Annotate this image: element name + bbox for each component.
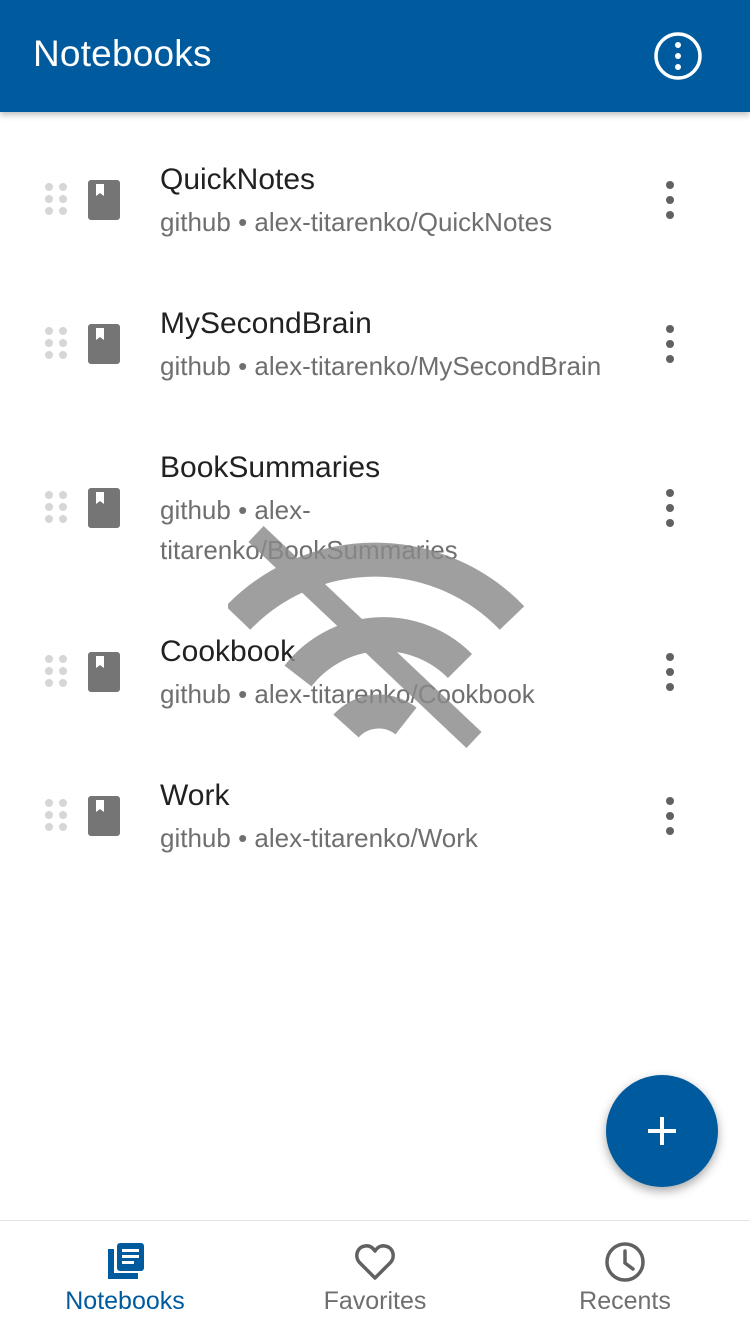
notebook-icon bbox=[88, 488, 120, 528]
notebook-name: Cookbook bbox=[160, 635, 296, 668]
page-title: Notebooks bbox=[33, 33, 212, 74]
drag-handle-icon[interactable] bbox=[44, 490, 68, 524]
notebook-row[interactable]: Cookbook github • alex-titarenko/Cookboo… bbox=[0, 584, 750, 728]
nav-recents[interactable]: Recents bbox=[500, 1221, 750, 1334]
notebooks-icon bbox=[108, 1243, 144, 1279]
more-vert-circle-icon bbox=[654, 32, 702, 80]
notebook-repo: alex-titarenko/QuickNotes bbox=[254, 207, 553, 237]
notebook-icon bbox=[88, 796, 120, 836]
notebook-name: QuickNotes bbox=[160, 163, 316, 196]
notebook-repo-part: alex- bbox=[254, 495, 311, 525]
notebook-provider: github bbox=[160, 207, 231, 237]
notebook-source: github • alex-titarenko/Cookbook bbox=[160, 674, 660, 714]
notebook-list: QuickNotes github • alex-titarenko/Quick… bbox=[0, 112, 750, 872]
notebook-row[interactable]: QuickNotes github • alex-titarenko/Quick… bbox=[0, 112, 750, 256]
row-more-icon[interactable] bbox=[652, 488, 688, 528]
notebook-provider: github bbox=[160, 351, 231, 381]
separator-dot: • bbox=[238, 495, 248, 525]
drag-handle-icon[interactable] bbox=[44, 798, 68, 832]
nav-favorites[interactable]: Favorites bbox=[250, 1221, 500, 1334]
separator-dot: • bbox=[238, 679, 248, 709]
notebook-name: MySecondBrain bbox=[160, 307, 372, 340]
notebook-repo: alex-titarenko/MySecondBrain bbox=[254, 351, 602, 381]
bottom-navigation: Notebooks Favorites Recents bbox=[0, 1220, 750, 1334]
separator-dot: • bbox=[238, 823, 248, 853]
app-bar: Notebooks bbox=[0, 0, 750, 112]
notebook-repo-part: titarenko/BookSummaries bbox=[160, 535, 458, 565]
drag-handle-icon[interactable] bbox=[44, 326, 68, 360]
add-notebook-button[interactable] bbox=[606, 1075, 718, 1187]
notebook-repo: alex-titarenko/Work bbox=[254, 823, 478, 853]
nav-notebooks[interactable]: Notebooks bbox=[0, 1221, 250, 1334]
nav-label: Notebooks bbox=[65, 1287, 185, 1315]
notebook-icon bbox=[88, 652, 120, 692]
notebook-source: github • alex-titarenko/Work bbox=[160, 818, 660, 858]
drag-handle-icon[interactable] bbox=[44, 182, 68, 216]
notebook-repo: alex-titarenko/Cookbook bbox=[254, 679, 535, 709]
notebook-provider: github bbox=[160, 823, 231, 853]
separator-dot: • bbox=[238, 207, 248, 237]
row-more-icon[interactable] bbox=[652, 796, 688, 836]
notebook-source-line: github • alex- bbox=[160, 490, 660, 530]
notebook-name: BookSummaries bbox=[160, 451, 381, 484]
row-more-icon[interactable] bbox=[652, 180, 688, 220]
notebook-source: github • alex-titarenko/QuickNotes bbox=[160, 202, 660, 242]
notebook-text: QuickNotes github • alex-titarenko/Quick… bbox=[160, 164, 660, 242]
notebook-row[interactable]: Work github • alex-titarenko/Work bbox=[0, 728, 750, 872]
nav-label: Recents bbox=[579, 1287, 671, 1315]
plus-icon bbox=[648, 1117, 676, 1145]
nav-label: Favorites bbox=[323, 1287, 427, 1315]
drag-handle-icon[interactable] bbox=[44, 654, 68, 688]
separator-dot: • bbox=[238, 351, 248, 381]
notebook-row[interactable]: BookSummaries github • alex- titarenko/B… bbox=[0, 400, 750, 584]
notebook-text: Cookbook github • alex-titarenko/Cookboo… bbox=[160, 636, 660, 714]
notebook-icon bbox=[88, 180, 120, 220]
clock-icon bbox=[605, 1242, 645, 1282]
notebook-icon bbox=[88, 324, 120, 364]
notebook-row[interactable]: MySecondBrain github • alex-titarenko/My… bbox=[0, 256, 750, 400]
notebook-name: Work bbox=[160, 779, 230, 812]
notebook-source: github • alex- titarenko/BookSummaries bbox=[160, 490, 660, 570]
row-more-icon[interactable] bbox=[652, 652, 688, 692]
heart-icon bbox=[355, 1244, 395, 1280]
notebook-text: BookSummaries github • alex- titarenko/B… bbox=[160, 452, 660, 570]
row-more-icon[interactable] bbox=[652, 324, 688, 364]
notebook-provider: github bbox=[160, 679, 231, 709]
notebook-source: github • alex-titarenko/MySecondBrain bbox=[160, 346, 660, 386]
notebook-text: MySecondBrain github • alex-titarenko/My… bbox=[160, 308, 660, 386]
notebook-provider: github bbox=[160, 495, 231, 525]
notebook-text: Work github • alex-titarenko/Work bbox=[160, 780, 660, 858]
more-options-button[interactable] bbox=[652, 30, 704, 82]
